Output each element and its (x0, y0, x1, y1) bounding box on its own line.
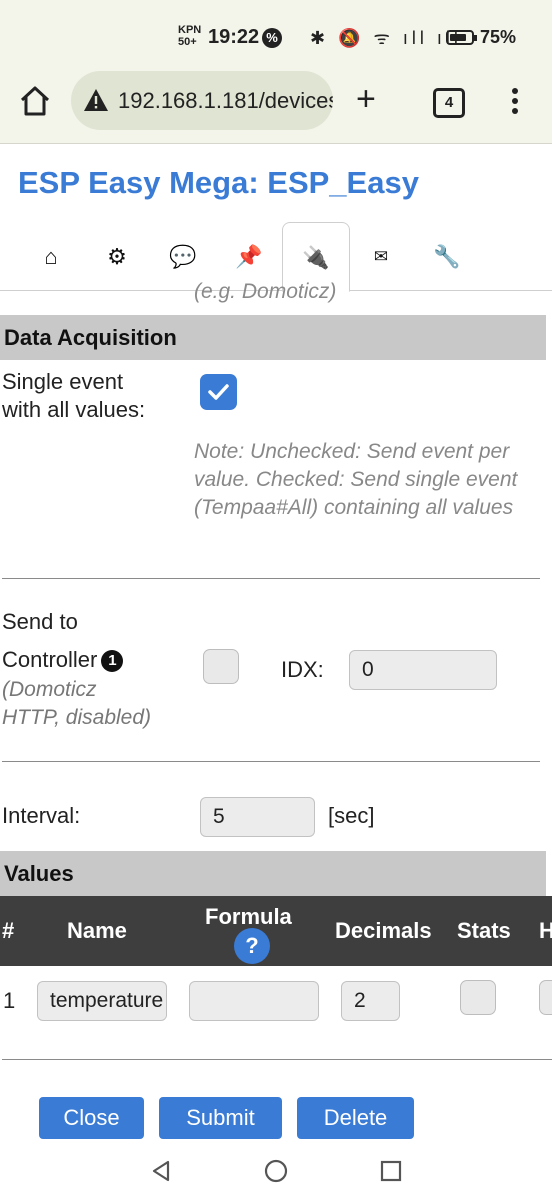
notification-badge: % (262, 28, 282, 48)
gear-icon: ⚙ (107, 244, 127, 269)
column-stats: Stats (457, 918, 511, 943)
controller-hint: (e.g. Domoticz) (194, 280, 337, 303)
more-options-icon[interactable] (505, 84, 525, 118)
value-decimals-input[interactable]: 2 (341, 981, 400, 1021)
idx-label: IDX: (281, 657, 324, 682)
tab-tools[interactable]: 🔧 (414, 222, 480, 290)
address-bar[interactable]: 192.168.1.181/devices (71, 71, 333, 130)
delete-button[interactable]: Delete (297, 1097, 414, 1139)
row-number: 1 (3, 988, 16, 1013)
carrier-label: KPN 50+ (178, 24, 202, 48)
info-icon[interactable]: 1 (101, 650, 124, 672)
value-stats-checkbox[interactable] (460, 980, 496, 1015)
back-icon[interactable] (150, 1159, 172, 1183)
browser-toolbar: 192.168.1.181/devices + 4 (0, 70, 552, 144)
single-event-note: Note: Unchecked: Send event per value. C… (194, 440, 518, 519)
page-title: ESP Easy Mega: ESP_Easy (18, 165, 419, 200)
home-icon: ⌂ (44, 244, 58, 269)
home-icon (20, 86, 50, 116)
send-to-controller-label: Send to Controller 1 (2, 608, 124, 674)
formula-help-icon[interactable]: ? (234, 928, 270, 964)
pushpin-icon: 📌 (235, 244, 263, 269)
battery-percent: 75% (480, 27, 517, 47)
value-hidden-checkbox[interactable] (539, 980, 552, 1015)
close-button[interactable]: Close (39, 1097, 144, 1139)
home-circle-icon[interactable] (264, 1159, 288, 1183)
system-nav-bar (0, 1142, 552, 1200)
values-header: Values (0, 851, 546, 896)
status-icons: ✱ 🔕 ᯤ ıll ıll (310, 28, 462, 48)
interval-unit: [sec] (328, 803, 375, 828)
status-bar: KPN 50+ 19:22 % ✱ 🔕 ᯤ ıll ıll 75% (0, 0, 552, 70)
column-hidden: H (539, 918, 552, 943)
url-text[interactable]: 192.168.1.181/devices (118, 88, 333, 114)
data-acquisition-header: Data Acquisition (0, 315, 546, 360)
idx-input[interactable]: 0 (349, 650, 497, 690)
value-name-input[interactable]: temperature (37, 981, 167, 1021)
divider (2, 578, 540, 579)
plug-icon: 🔌 (302, 245, 330, 270)
single-event-label: Single event with all values: (2, 369, 146, 422)
clock: 19:22 (208, 26, 260, 48)
tab-home[interactable]: ⌂ (18, 222, 84, 290)
send-to-controller-checkbox[interactable] (203, 649, 239, 684)
tab-config[interactable]: ⚙ (84, 222, 150, 290)
values-table-header: # Name Formula Decimals Stats H (0, 896, 552, 966)
column-number: # (2, 918, 15, 943)
tab-notifications[interactable]: ✉ (348, 222, 414, 290)
interval-label: Interval: (2, 803, 81, 828)
value-formula-input[interactable] (189, 981, 319, 1021)
speech-bubble-icon: 💬 (169, 244, 197, 269)
column-formula: Formula (205, 904, 292, 929)
tab-switcher-button[interactable]: 4 (433, 88, 465, 118)
warning-icon[interactable] (83, 88, 109, 112)
interval-input[interactable]: 5 (200, 797, 315, 837)
checkmark-icon (208, 384, 229, 400)
envelope-icon: ✉ (373, 247, 389, 266)
single-event-checkbox[interactable] (200, 374, 237, 410)
divider (2, 761, 540, 762)
wrench-icon: 🔧 (433, 244, 461, 269)
home-button[interactable] (18, 84, 52, 118)
divider (2, 1059, 552, 1060)
submit-button[interactable]: Submit (159, 1097, 282, 1139)
column-decimals: Decimals (335, 918, 432, 943)
new-tab-button[interactable]: + (356, 80, 376, 118)
recents-icon[interactable] (380, 1160, 402, 1182)
controller-note: (Domoticz HTTP, disabled) (2, 678, 152, 729)
column-name: Name (67, 918, 127, 943)
battery-icon (446, 30, 477, 45)
